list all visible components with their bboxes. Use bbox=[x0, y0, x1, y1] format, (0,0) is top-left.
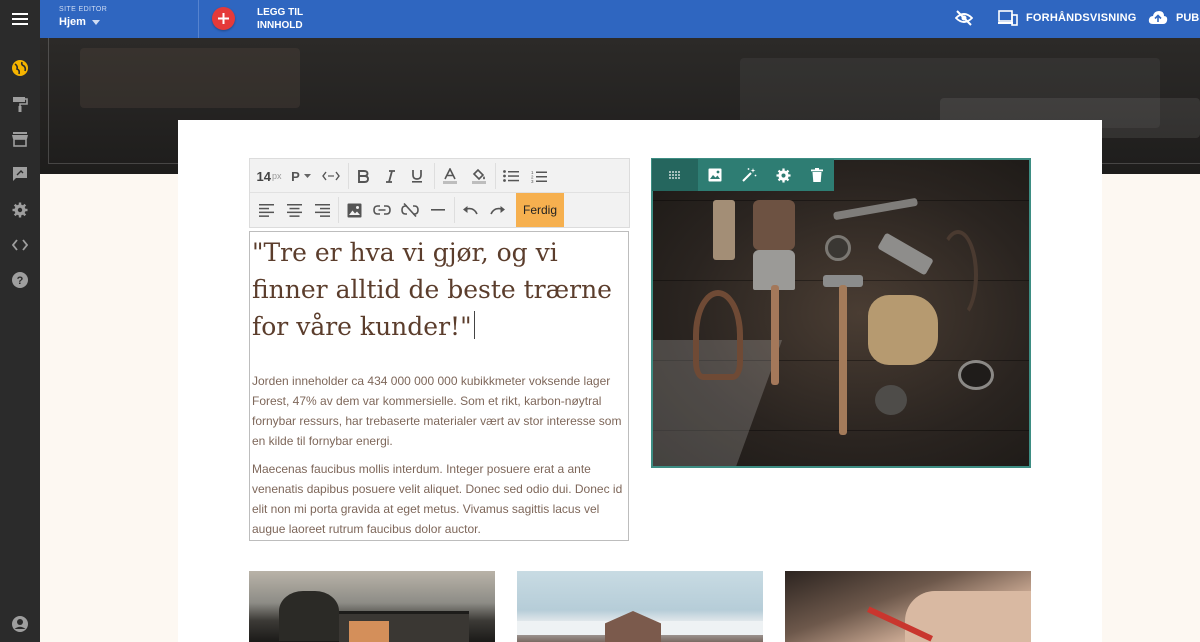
leather-piece bbox=[753, 200, 795, 250]
insert-link-icon[interactable] bbox=[370, 199, 394, 221]
trash-icon[interactable] bbox=[800, 159, 834, 191]
chisel bbox=[832, 197, 919, 221]
chevron-down-icon bbox=[303, 174, 311, 178]
toolbar-separator bbox=[348, 163, 349, 189]
page-selector[interactable]: Hjem bbox=[59, 16, 100, 28]
text-editor-area[interactable]: "Tre er hva vi gjør, og vi finner alltid… bbox=[249, 231, 629, 541]
tree-silhouette bbox=[279, 591, 339, 641]
top-bar: SITE EDITOR Hjem LEGG TIL INNHOLD FORHÅN… bbox=[40, 0, 1200, 38]
bell bbox=[875, 385, 907, 415]
toolbar-separator bbox=[338, 197, 339, 223]
image-settings-gear-icon[interactable] bbox=[766, 159, 800, 191]
tin-can bbox=[958, 360, 994, 390]
align-center-icon[interactable] bbox=[282, 199, 306, 221]
tape-measure bbox=[825, 235, 851, 261]
horizontal-rule-icon[interactable] bbox=[426, 199, 450, 221]
pipe bbox=[877, 232, 934, 276]
help-icon[interactable]: ? bbox=[10, 270, 30, 290]
paint-roller-icon[interactable] bbox=[10, 94, 30, 114]
font-size-unit: px bbox=[271, 171, 282, 181]
preview-label: FORHÅNDSVISNING bbox=[1026, 12, 1137, 24]
italic-icon[interactable] bbox=[379, 165, 401, 187]
house-thumbnail-image[interactable] bbox=[249, 571, 495, 642]
axe-head bbox=[753, 250, 795, 290]
comment-icon[interactable] bbox=[10, 164, 30, 184]
preview-button[interactable]: FORHÅNDSVISNING bbox=[998, 10, 1137, 26]
code-view-icon[interactable] bbox=[318, 165, 344, 187]
plus-icon bbox=[218, 13, 229, 24]
wood-tool bbox=[713, 200, 735, 260]
publish-button[interactable]: PUBLI bbox=[1148, 10, 1200, 25]
add-content-label[interactable]: LEGG TIL INNHOLD bbox=[257, 6, 317, 32]
sickle bbox=[938, 230, 978, 320]
svg-text:?: ? bbox=[17, 275, 24, 287]
font-size-select[interactable]: 14 px bbox=[254, 165, 284, 187]
house-window-light bbox=[349, 621, 389, 642]
image-toolbar bbox=[652, 159, 834, 191]
bullet-list-icon[interactable] bbox=[499, 165, 523, 187]
store-icon[interactable] bbox=[10, 129, 30, 149]
wood-plank-line bbox=[653, 200, 1029, 201]
bold-icon[interactable] bbox=[352, 165, 374, 187]
done-button[interactable]: Ferdig bbox=[516, 193, 564, 227]
align-right-icon[interactable] bbox=[310, 199, 334, 221]
toolbar-separator bbox=[434, 163, 435, 189]
site-editor-label: SITE EDITOR bbox=[59, 6, 108, 13]
tools-image[interactable] bbox=[651, 158, 1031, 468]
eye-off-icon[interactable] bbox=[954, 10, 974, 31]
insert-image-icon[interactable] bbox=[342, 199, 366, 221]
paragraph-1[interactable]: Jorden inneholder ca 434 000 000 000 kub… bbox=[252, 371, 626, 451]
woodworking-thumbnail-image[interactable] bbox=[785, 571, 1031, 642]
left-sidebar: ? bbox=[0, 0, 40, 642]
text-caret bbox=[473, 311, 475, 339]
hammer-handle bbox=[839, 285, 847, 435]
toolbar-separator bbox=[454, 197, 455, 223]
cloud-upload-icon bbox=[1148, 11, 1168, 24]
work-gloves bbox=[868, 295, 938, 365]
topbar-divider bbox=[198, 0, 199, 38]
quote-text: "Tre er hva vi gjør, og vi finner alltid… bbox=[252, 238, 612, 341]
toolbar-row-1: 14 px P 123 bbox=[250, 159, 629, 193]
toolbar-separator bbox=[495, 163, 496, 189]
magic-wand-icon[interactable] bbox=[732, 159, 766, 191]
chevron-down-icon bbox=[91, 19, 100, 25]
toolbar-row-2: Ferdig bbox=[250, 193, 629, 227]
unlink-icon[interactable] bbox=[398, 199, 422, 221]
numbered-list-icon[interactable]: 123 bbox=[527, 165, 551, 187]
fill-color-icon[interactable] bbox=[467, 165, 491, 187]
cabin-thumbnail-image[interactable] bbox=[517, 571, 763, 642]
replace-image-icon[interactable] bbox=[698, 159, 732, 191]
align-left-icon[interactable] bbox=[254, 199, 278, 221]
pliers bbox=[693, 290, 743, 380]
undo-icon[interactable] bbox=[458, 199, 482, 221]
globe-icon[interactable] bbox=[10, 58, 30, 78]
gear-icon[interactable] bbox=[10, 200, 30, 220]
redo-icon[interactable] bbox=[486, 199, 510, 221]
underline-icon[interactable] bbox=[406, 165, 428, 187]
font-size-value: 14 bbox=[256, 168, 271, 184]
hero-shape bbox=[80, 48, 300, 108]
text-color-icon[interactable] bbox=[438, 165, 462, 187]
code-icon[interactable] bbox=[10, 235, 30, 255]
svg-text:3: 3 bbox=[531, 179, 534, 183]
devices-icon bbox=[998, 10, 1018, 26]
paragraph-format-label: P bbox=[291, 168, 300, 184]
hamburger-menu-icon[interactable] bbox=[0, 0, 40, 38]
page-selector-label: Hjem bbox=[59, 16, 86, 28]
add-content-button[interactable] bbox=[212, 7, 235, 30]
account-icon[interactable] bbox=[10, 614, 30, 634]
publish-label: PUBLI bbox=[1176, 11, 1200, 24]
text-editor-toolbar: 14 px P 123 Ferdig bbox=[249, 158, 630, 228]
paragraph-2[interactable]: Maecenas faucibus mollis interdum. Integ… bbox=[252, 459, 626, 539]
drag-handle-icon[interactable] bbox=[652, 159, 698, 191]
axe-handle bbox=[771, 285, 779, 385]
cabin-shape bbox=[605, 611, 661, 642]
paragraph-format-select[interactable]: P bbox=[288, 165, 314, 187]
quote-heading[interactable]: "Tre er hva vi gjør, og vi finner alltid… bbox=[252, 234, 624, 345]
